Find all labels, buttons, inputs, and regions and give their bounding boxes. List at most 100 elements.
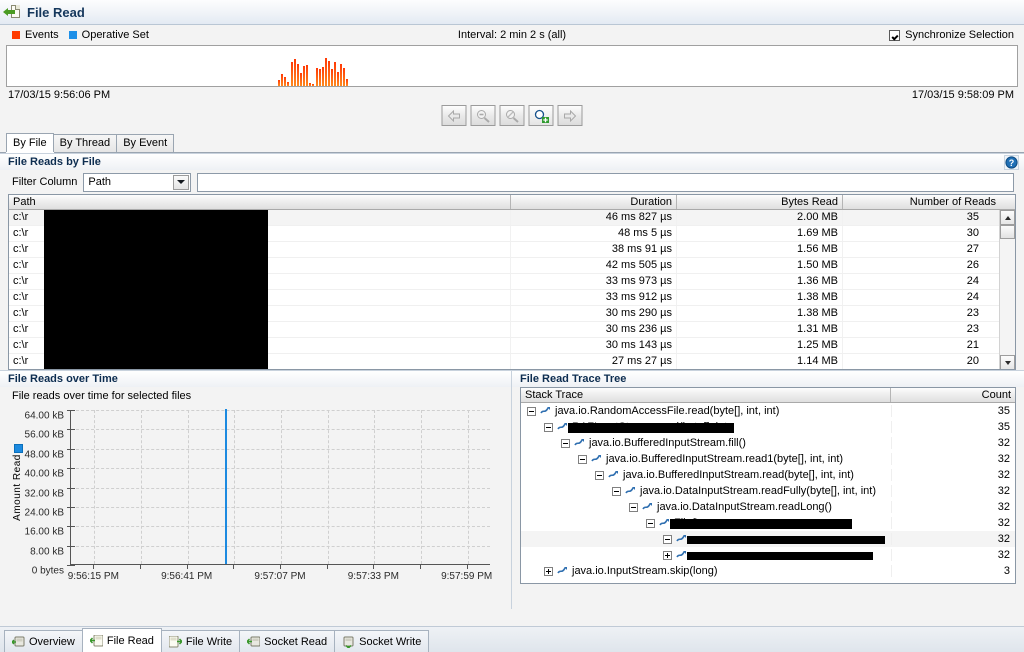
table-vertical-scrollbar[interactable] xyxy=(999,210,1015,369)
file-reads-over-time-header: File Reads over Time xyxy=(0,370,511,387)
tree-row-label-cell xyxy=(521,550,891,560)
overview-timeline-graph[interactable] xyxy=(6,45,1018,87)
collapse-minus-icon[interactable] xyxy=(578,454,587,464)
bottom-tab-overview[interactable]: Overview xyxy=(4,630,83,652)
forward-arrow-icon[interactable] xyxy=(557,105,583,126)
overview-bar xyxy=(306,65,308,86)
tree-row-count: 32 xyxy=(891,517,1015,529)
collapse-minus-icon[interactable] xyxy=(629,502,638,512)
collapse-minus-icon[interactable] xyxy=(646,518,655,528)
zoom-in-icon[interactable] xyxy=(528,105,554,126)
chart-gridline-v xyxy=(141,410,142,564)
zoom-out-icon[interactable] xyxy=(470,105,496,126)
overview-bar xyxy=(343,68,345,86)
tree-row[interactable]: 32 xyxy=(521,531,1015,547)
tree-row-label: java.io.BufferedInputStream.fill() xyxy=(589,437,746,449)
file-read-trace-tree-pane: File Read Trace Tree Stack Trace Count j… xyxy=(512,370,1024,609)
chevron-down-icon[interactable] xyxy=(173,174,190,190)
scrollbar-track[interactable] xyxy=(1000,225,1015,355)
scroll-down-arrow-icon[interactable] xyxy=(1000,355,1015,369)
chart-data-bar[interactable] xyxy=(224,409,227,564)
y-axis-tick-label: 48.00 kB xyxy=(24,449,64,461)
method-icon xyxy=(540,406,551,416)
cell-number-of-reads: 20 xyxy=(966,355,979,367)
scroll-up-arrow-icon[interactable] xyxy=(1000,210,1015,225)
collapse-minus-icon[interactable] xyxy=(544,422,553,432)
filter-text-input[interactable] xyxy=(197,172,1014,192)
chart-gridline-v xyxy=(187,410,189,564)
x-axis-tick xyxy=(233,565,235,569)
column-header-number-of-reads[interactable]: Number of Reads xyxy=(843,195,1000,209)
overview-bar xyxy=(300,73,302,86)
cell-bytes-read: 1.31 MB xyxy=(677,322,843,337)
chart-gridline-v xyxy=(94,410,96,564)
trace-tree-header-row: Stack Trace Count xyxy=(521,388,1015,403)
y-axis-tick-label: 0 bytes xyxy=(31,565,64,577)
lower-panes: File Reads over Time File reads over tim… xyxy=(0,370,1024,609)
chart-gridline-v xyxy=(421,410,422,564)
expand-plus-icon[interactable] xyxy=(544,566,553,576)
bottom-tab-file-read[interactable]: File Read xyxy=(81,628,162,652)
tab-by-event[interactable]: By Event xyxy=(116,134,175,152)
tree-row-label-cell: RAFInputStream.read(byte[], int, xyxy=(521,421,891,433)
tree-row[interactable]: java.io.RandomAccessFile.read(byte[], in… xyxy=(521,403,1015,419)
tree-row[interactable]: java.io.DataInputStream.readFully(byte[]… xyxy=(521,483,1015,499)
column-header-stack-trace[interactable]: Stack Trace xyxy=(521,388,891,402)
filter-row: Filter Column Path xyxy=(0,170,1024,194)
tree-row-count: 35 xyxy=(891,421,1015,433)
collapse-minus-icon[interactable] xyxy=(561,438,570,448)
scrollbar-thumb[interactable] xyxy=(1000,225,1015,239)
cell-duration: 33 ms 973 µs xyxy=(511,274,677,289)
column-header-duration[interactable]: Duration xyxy=(511,195,677,209)
collapse-minus-icon[interactable] xyxy=(663,534,672,544)
tree-row[interactable]: java.io.InputStream.skip(long) 3 xyxy=(521,563,1015,579)
cell-bytes-read: 1.36 MB xyxy=(677,274,843,289)
overview-bar xyxy=(312,84,314,86)
window-title-bar: File Read xyxy=(0,0,1024,25)
y-axis-tick-label: 16.00 kB xyxy=(24,526,64,538)
method-icon xyxy=(676,534,687,544)
tree-row[interactable]: RAFInputStream.read(byte[], int,35 xyxy=(521,419,1015,435)
disk-write-icon xyxy=(168,635,183,648)
file-reads-over-time-chart[interactable]: Amount Read 64.00 kB 56.00 kB 48.00 kB 40.0… xyxy=(12,404,502,592)
expand-plus-icon[interactable] xyxy=(663,550,672,560)
collapse-minus-icon[interactable] xyxy=(612,486,621,496)
collapse-minus-icon[interactable] xyxy=(595,470,604,480)
timeline-start-time: 17/03/15 9:56:06 PM xyxy=(8,89,111,101)
collapse-minus-icon[interactable] xyxy=(527,406,536,416)
y-axis-tick xyxy=(67,545,75,547)
section-title: File Read Trace Tree xyxy=(520,373,627,385)
tree-row[interactable]: java.io.BufferedInputStream.fill() 32 xyxy=(521,435,1015,451)
tree-row[interactable]: java.io.DataInputStream.readLong() 32 xyxy=(521,499,1015,515)
tab-by-file[interactable]: By File xyxy=(6,133,54,152)
cell-bytes-read: 1.56 MB xyxy=(677,242,843,257)
svg-text:?: ? xyxy=(1009,158,1015,168)
tree-row-label-cell: java.io.DataInputStream.readFully(byte[]… xyxy=(521,485,891,497)
tree-row-label-cell: java.io.DataInputStream.readLong() xyxy=(521,501,891,513)
help-icon[interactable]: ? xyxy=(1004,155,1019,170)
tree-row-count: 32 xyxy=(891,533,1015,545)
tree-row[interactable]: 32 xyxy=(521,547,1015,563)
bottom-tab-file-write[interactable]: File Write xyxy=(160,630,241,652)
chart-plot-area[interactable] xyxy=(67,409,490,566)
view-tabs: By File By Thread By Event xyxy=(0,133,1024,153)
cell-bytes-read: 1.25 MB xyxy=(677,338,843,353)
zoom-reset-icon[interactable] xyxy=(499,105,525,126)
back-arrow-icon[interactable] xyxy=(441,105,467,126)
tree-row[interactable]: java.io.BufferedInputStream.read1(byte[]… xyxy=(521,451,1015,467)
bottom-tab-socket-read[interactable]: Socket Read xyxy=(239,630,336,652)
overview-bar xyxy=(294,59,296,86)
disk-overview-icon xyxy=(11,636,25,648)
tab-by-thread[interactable]: By Thread xyxy=(52,134,118,152)
tree-row[interactable]: java.io.BufferedInputStream.read(byte[],… xyxy=(521,467,1015,483)
bottom-tab-socket-write[interactable]: Socket Write xyxy=(334,630,430,652)
column-header-path[interactable]: Path xyxy=(9,195,511,209)
tree-row[interactable]: File$.op32 xyxy=(521,515,1015,531)
column-header-count[interactable]: Count xyxy=(891,388,1015,402)
method-icon xyxy=(557,566,568,576)
bottom-tab-label: Socket Write xyxy=(359,635,422,648)
y-axis-tick-label: 24.00 kB xyxy=(24,507,64,519)
filter-column-select[interactable]: Path xyxy=(83,172,192,192)
synchronize-selection-checkbox[interactable]: Synchronize Selection xyxy=(889,29,1014,41)
column-header-bytes-read[interactable]: Bytes Read xyxy=(677,195,843,209)
